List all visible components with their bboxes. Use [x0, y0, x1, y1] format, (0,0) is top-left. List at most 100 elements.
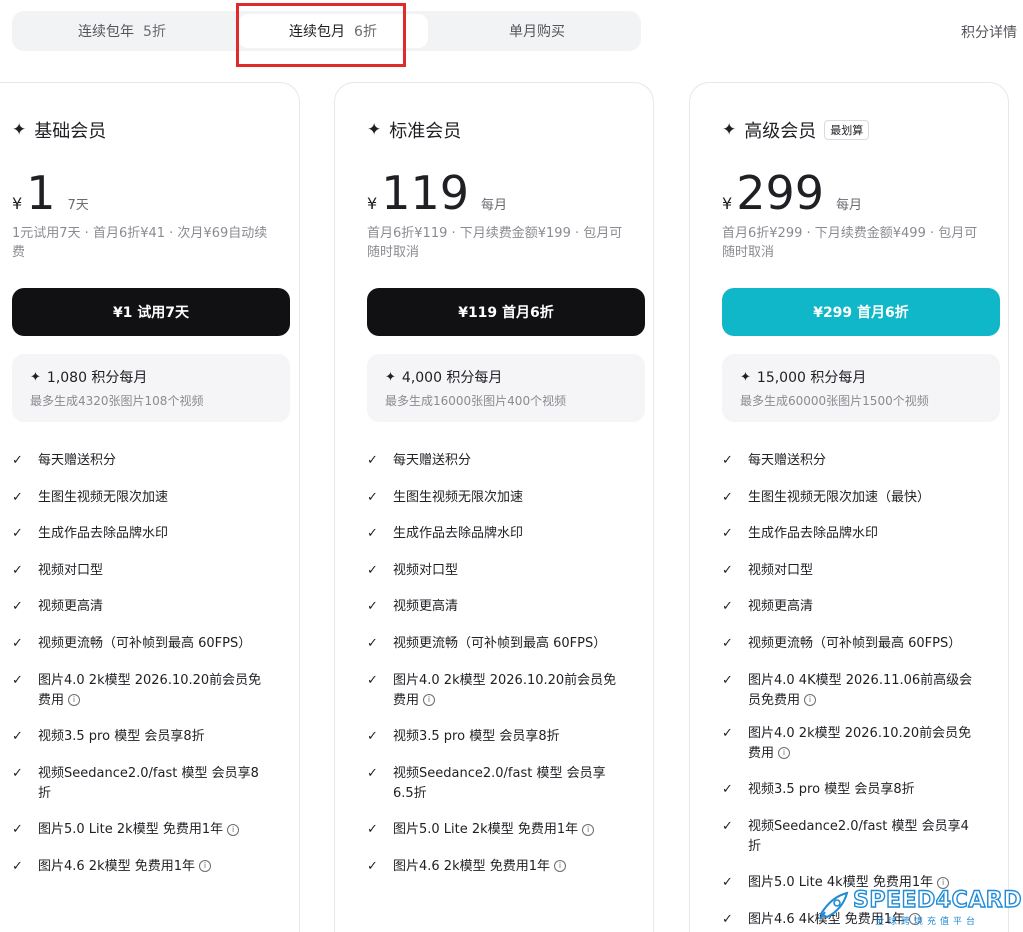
- plan-title: ✦ 标准会员: [367, 117, 461, 143]
- rocket-logo-icon: [819, 891, 849, 920]
- sparkles-icon: ✦: [367, 120, 382, 140]
- currency-symbol: ¥: [722, 194, 733, 213]
- feature-item: ✓ 视频3.5 pro 模型 会员享8折: [12, 727, 267, 747]
- check-icon: ✓: [367, 765, 378, 781]
- feature-item: ✓ 视频3.5 pro 模型 会员享8折: [722, 780, 976, 800]
- plan-name: 标准会员: [389, 121, 462, 142]
- check-icon: ✓: [12, 599, 23, 615]
- check-icon: ✓: [367, 729, 378, 745]
- check-icon: ✓: [12, 453, 23, 468]
- subscribe-button[interactable]: ¥119 首月6折: [367, 288, 645, 336]
- tab-monthly[interactable]: 连续包月 6折: [238, 14, 428, 48]
- sparkle-icon: ✦: [30, 369, 41, 385]
- check-icon: ✓: [12, 822, 23, 838]
- check-icon: ✓: [367, 635, 378, 651]
- check-icon: ✓: [12, 672, 23, 688]
- feature-item: ✓ 图片4.0 4K模型 2026.11.06前高级会员免费用 i: [722, 672, 973, 708]
- feature-item: ✓ 每天赠送积分: [722, 451, 976, 471]
- check-icon: ✓: [722, 818, 733, 834]
- info-icon[interactable]: i: [582, 823, 595, 836]
- info-icon[interactable]: i: [227, 823, 240, 836]
- credits-subtext: 最多生成4320张图片108个视频: [30, 394, 204, 408]
- tab-yearly-label: 连续包年: [78, 24, 135, 40]
- tab-monthly-discount: 6折: [354, 24, 377, 40]
- watermark-tagline: 全球跨境充值平台: [875, 917, 980, 927]
- feature-item: ✓ 生成作品去除品牌水印: [12, 524, 267, 544]
- check-icon: ✓: [722, 782, 733, 798]
- plan-description: 1元试用7天 · 首月6折¥41 · 次月¥69自动续费: [12, 226, 268, 260]
- tab-yearly[interactable]: 连续包年 5折: [12, 11, 232, 51]
- feature-item: ✓ 视频3.5 pro 模型 会员享8折: [367, 727, 621, 747]
- feature-item: ✓ 图片4.0 2k模型 2026.10.20前会员免费用 i: [12, 672, 262, 708]
- check-icon: ✓: [367, 822, 378, 838]
- feature-item: ✓ 每天赠送积分: [367, 451, 621, 471]
- price-period: 每月: [481, 198, 508, 213]
- check-icon: ✓: [12, 765, 23, 781]
- feature-item: ✓ 每天赠送积分: [12, 451, 267, 471]
- check-icon: ✓: [367, 858, 378, 874]
- feature-item: ✓ 图片4.0 2k模型 2026.10.20前会员免费用 i: [722, 725, 972, 761]
- check-icon: ✓: [367, 672, 378, 688]
- plan-description: 首月6折¥119 · 下月续费金额¥199 · 包月可随时取消: [367, 226, 623, 260]
- speed4card-watermark: SPEED4CARD 全球跨境充值平台: [817, 887, 1022, 928]
- feature-item: ✓ 生图生视频无限次加速: [12, 488, 267, 508]
- tab-single-month[interactable]: 单月购买: [432, 11, 642, 51]
- plan-title: ✦ 高级会员 最划算: [722, 117, 870, 143]
- subscribe-button[interactable]: ¥1 试用7天: [12, 288, 290, 336]
- sparkle-icon: ✦: [385, 369, 396, 385]
- credits-amount: 15,000 积分每月: [756, 370, 867, 386]
- info-icon[interactable]: i: [68, 694, 81, 707]
- feature-item: ✓ 视频对口型: [722, 561, 976, 581]
- feature-item: ✓ 视频更流畅（可补帧到最高 60FPS）: [12, 634, 267, 654]
- plan-card-premium: ✦ 高级会员 最划算 ¥ 299 每月 首月6折¥299 · 下月续费金额¥49…: [689, 82, 1009, 932]
- feature-item: ✓ 视频Seedance2.0/fast 模型 会员享6.5折: [367, 765, 606, 801]
- credits-amount: 1,080 积分每月: [46, 370, 148, 386]
- info-icon[interactable]: i: [778, 747, 791, 760]
- info-icon[interactable]: i: [423, 694, 436, 707]
- tab-monthly-label: 连续包月: [289, 24, 346, 40]
- points-detail-link[interactable]: 积分详情: [961, 22, 1017, 42]
- feature-item: ✓ 生成作品去除品牌水印: [722, 524, 976, 544]
- check-icon: ✓: [12, 729, 23, 745]
- feature-item: ✓ 图片5.0 Lite 2k模型 免费用1年 i: [367, 820, 621, 840]
- subscribe-button[interactable]: ¥299 首月6折: [722, 288, 1000, 336]
- plan-price: ¥ 1 7天: [12, 165, 89, 221]
- check-icon: ✓: [722, 875, 733, 891]
- feature-item: ✓ 视频Seedance2.0/fast 模型 会员享8折: [12, 765, 259, 801]
- credits-amount: 4,000 积分每月: [401, 370, 503, 386]
- feature-item: ✓ 图片4.6 2k模型 免费用1年 i: [367, 857, 621, 877]
- feature-item: ✓ 视频更高清: [367, 597, 621, 617]
- plan-title: ✦ 基础会员: [12, 117, 106, 143]
- billing-period-tabs: 连续包年 5折 连续包月 6折 单月购买: [12, 11, 641, 51]
- price-period: 7天: [67, 198, 89, 213]
- check-icon: ✓: [722, 526, 733, 542]
- feature-item: ✓ 视频更高清: [12, 597, 267, 617]
- sparkles-icon: ✦: [722, 120, 737, 140]
- feature-list: ✓ 每天赠送积分 ✓ 生图生视频无限次加速 ✓ 生成作品去除品牌水印 ✓ 视频对口型 ✓…: [367, 451, 621, 894]
- price-period: 每月: [836, 198, 863, 213]
- plan-description: 首月6折¥299 · 下月续费金额¥499 · 包月可随时取消: [722, 226, 978, 260]
- tab-single-month-label: 单月购买: [509, 24, 565, 40]
- info-icon[interactable]: i: [199, 860, 212, 873]
- plan-name: 高级会员: [744, 121, 817, 142]
- check-icon: ✓: [367, 562, 378, 578]
- feature-list: ✓ 每天赠送积分 ✓ 生图生视频无限次加速 ✓ 生成作品去除品牌水印 ✓ 视频对口型 ✓…: [12, 451, 267, 894]
- check-icon: ✓: [722, 635, 733, 651]
- check-icon: ✓: [722, 562, 733, 578]
- feature-list: ✓ 每天赠送积分 ✓ 生图生视频无限次加速（最快） ✓ 生成作品去除品牌水印 ✓ 视频对…: [722, 451, 976, 932]
- feature-item: ✓ 生图生视频无限次加速: [367, 488, 621, 508]
- check-icon: ✓: [367, 526, 378, 542]
- check-icon: ✓: [722, 489, 733, 505]
- plan-name: 基础会员: [34, 121, 107, 142]
- check-icon: ✓: [12, 526, 23, 542]
- check-icon: ✓: [367, 599, 378, 615]
- info-icon[interactable]: i: [804, 694, 817, 707]
- check-icon: ✓: [367, 489, 378, 505]
- info-icon[interactable]: i: [554, 860, 567, 873]
- check-icon: ✓: [722, 453, 733, 468]
- feature-item: ✓ 视频对口型: [367, 561, 621, 581]
- currency-symbol: ¥: [12, 194, 23, 213]
- check-icon: ✓: [12, 858, 23, 874]
- credits-subtext: 最多生成16000张图片400个视频: [385, 394, 567, 408]
- feature-item: ✓ 视频对口型: [12, 561, 267, 581]
